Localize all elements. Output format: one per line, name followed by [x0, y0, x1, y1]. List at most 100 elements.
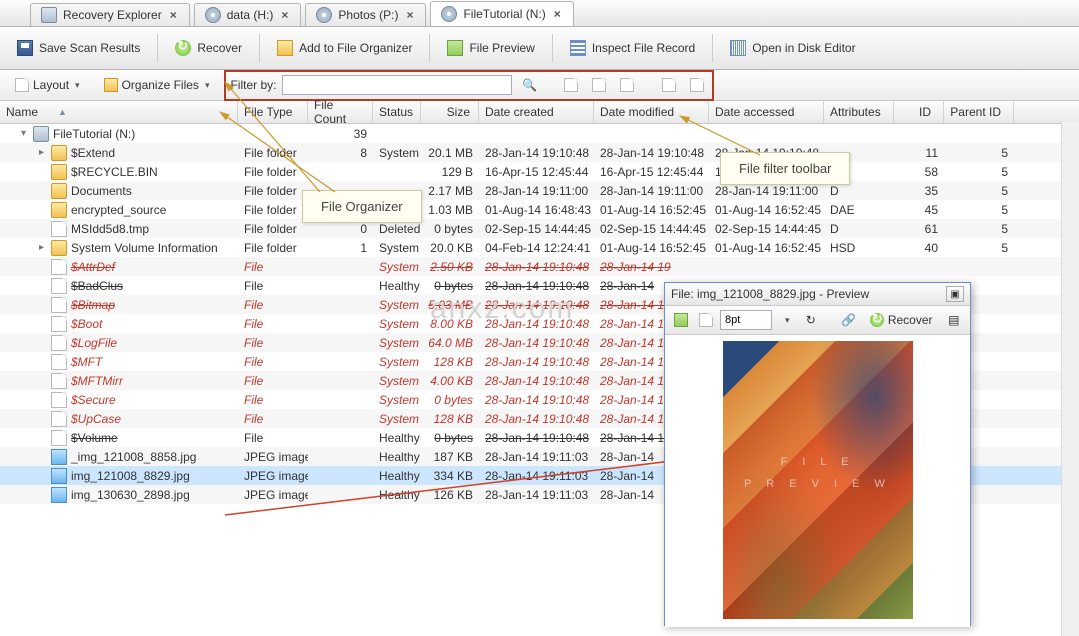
tab-data-h-[interactable]: data (H:)×: [194, 3, 302, 26]
cell: 16-Apr-15 12:45:44: [479, 162, 594, 181]
cell: 8.00 KB: [421, 314, 479, 333]
expand-toggle[interactable]: ▸: [36, 242, 47, 253]
cell: 20.0 KB: [421, 238, 479, 257]
cell: [824, 124, 894, 143]
add-organizer-button[interactable]: Add to File Organizer: [266, 32, 423, 64]
filter-option-2-button[interactable]: [588, 74, 610, 96]
cell: [479, 124, 594, 143]
cell: File folder: [238, 219, 308, 238]
preview-text-button[interactable]: [696, 309, 717, 331]
cell: 20.1 MB: [421, 143, 479, 162]
preview-mode-button[interactable]: [671, 309, 692, 331]
cell: System: [373, 409, 421, 428]
cell: 187 KB: [421, 447, 479, 466]
close-icon[interactable]: ×: [404, 8, 415, 22]
file-name: $BadClus: [71, 279, 123, 293]
preview-recover-button[interactable]: Recover: [863, 309, 940, 331]
separator: [259, 34, 260, 62]
expand-toggle: [36, 413, 47, 424]
name-cell: $LogFile: [0, 333, 238, 352]
image-icon: [674, 313, 688, 327]
recover-button[interactable]: Recover: [164, 32, 253, 64]
filter-input[interactable]: [282, 75, 512, 95]
close-icon[interactable]: ×: [168, 8, 179, 22]
layout-dropdown[interactable]: Layout▾: [6, 73, 89, 97]
cell: [308, 466, 373, 485]
tab-recovery-explorer[interactable]: Recovery Explorer ×: [30, 3, 190, 26]
drive-icon: [41, 7, 57, 23]
disk-editor-button[interactable]: Open in Disk Editor: [719, 32, 866, 64]
col-name[interactable]: Name▲: [0, 101, 238, 123]
col-attributes[interactable]: Attributes: [824, 101, 894, 123]
cell: JPEG image: [238, 447, 308, 466]
col-parentid[interactable]: Parent ID: [944, 101, 1014, 123]
expand-toggle: [36, 204, 47, 215]
cell: DAE: [824, 200, 894, 219]
col-id[interactable]: ID: [894, 101, 944, 123]
close-icon[interactable]: ×: [552, 7, 563, 21]
font-size-select[interactable]: [720, 310, 772, 330]
table-row[interactable]: ▾FileTutorial (N:)39: [0, 124, 1079, 143]
table-row[interactable]: $RECYCLE.BINFile folder129 B16-Apr-15 12…: [0, 162, 1079, 181]
file-name: $MFT: [71, 355, 102, 369]
filter-option-1-button[interactable]: [560, 74, 582, 96]
file-icon: [51, 392, 67, 408]
col-dateaccessed[interactable]: Date accessed: [709, 101, 824, 123]
file-name: $RECYCLE.BIN: [71, 165, 158, 179]
expand-toggle: [36, 451, 47, 462]
table-row[interactable]: MSIdd5d8.tmpFile folder0Deleted0 bytes02…: [0, 219, 1079, 238]
filter-option-3-button[interactable]: [616, 74, 638, 96]
preview-label: File Preview: [469, 41, 534, 55]
col-datecreated[interactable]: Date created: [479, 101, 594, 123]
preview-menu-button[interactable]: ▤: [944, 309, 965, 331]
table-row[interactable]: encrypted_sourceFile folder1.03 MB01-Aug…: [0, 200, 1079, 219]
file-name: encrypted_source: [71, 203, 166, 217]
font-dropdown-button[interactable]: ▾: [776, 309, 797, 331]
tab-label: Recovery Explorer: [63, 8, 162, 22]
preview-refresh-button[interactable]: ↻: [801, 309, 822, 331]
save-scan-button[interactable]: Save Scan Results: [6, 32, 151, 64]
organize-files-dropdown[interactable]: Organize Files▾: [95, 73, 219, 97]
cell: 45: [894, 200, 944, 219]
cell: [308, 390, 373, 409]
col-size[interactable]: Size: [421, 101, 479, 123]
file-name: MSIdd5d8.tmp: [71, 222, 149, 236]
preview-link-button[interactable]: 🔗: [838, 309, 859, 331]
vertical-scrollbar[interactable]: [1061, 122, 1079, 636]
table-row[interactable]: ▸$ExtendFile folder8System20.1 MB28-Jan-…: [0, 143, 1079, 162]
file-icon: [51, 411, 67, 427]
cell: JPEG image: [238, 466, 308, 485]
table-row[interactable]: ▸System Volume InformationFile folder1Sy…: [0, 238, 1079, 257]
col-filetype[interactable]: File Type: [238, 101, 308, 123]
expand-toggle: [36, 394, 47, 405]
cell: System: [373, 257, 421, 276]
tab-strip: Recovery Explorer×data (H:)×Photos (P:)×…: [0, 0, 1079, 27]
cell: HSD: [824, 238, 894, 257]
filter-label: Filter by:: [230, 78, 276, 92]
tab-filetutorial-n-[interactable]: FileTutorial (N:)×: [430, 1, 573, 26]
table-row[interactable]: $AttrDefFileSystem2.50 KB28-Jan-14 19:10…: [0, 257, 1079, 276]
preview-close-button[interactable]: ▣: [946, 286, 964, 302]
cell: 16-Apr-15 12:45:44: [594, 162, 709, 181]
close-icon[interactable]: ×: [279, 8, 290, 22]
expand-toggle: [36, 280, 47, 291]
tab-photos-p-[interactable]: Photos (P:)×: [305, 3, 426, 26]
cell: File: [238, 371, 308, 390]
expand-toggle[interactable]: ▾: [18, 128, 29, 139]
cell: 02-Sep-15 14:44:45: [479, 219, 594, 238]
table-row[interactable]: DocumentsFile folder2.17 MB28-Jan-14 19:…: [0, 181, 1079, 200]
filter-option-5-button[interactable]: [686, 74, 708, 96]
file-preview-button[interactable]: File Preview: [436, 32, 545, 64]
apply-filter-button[interactable]: 🔍: [518, 74, 540, 96]
page-import-icon: [690, 78, 704, 92]
filter-option-4-button[interactable]: [658, 74, 680, 96]
cell: 28-Jan-14 19: [594, 257, 709, 276]
expand-toggle[interactable]: ▸: [36, 147, 47, 158]
cell: 2.50 KB: [421, 257, 479, 276]
col-filecount[interactable]: File Count: [308, 101, 373, 123]
col-datemodified[interactable]: Date modified: [594, 101, 709, 123]
col-status[interactable]: Status: [373, 101, 421, 123]
cell: 0 bytes: [421, 428, 479, 447]
inspect-record-button[interactable]: Inspect File Record: [559, 32, 706, 64]
cell: File folder: [238, 181, 308, 200]
